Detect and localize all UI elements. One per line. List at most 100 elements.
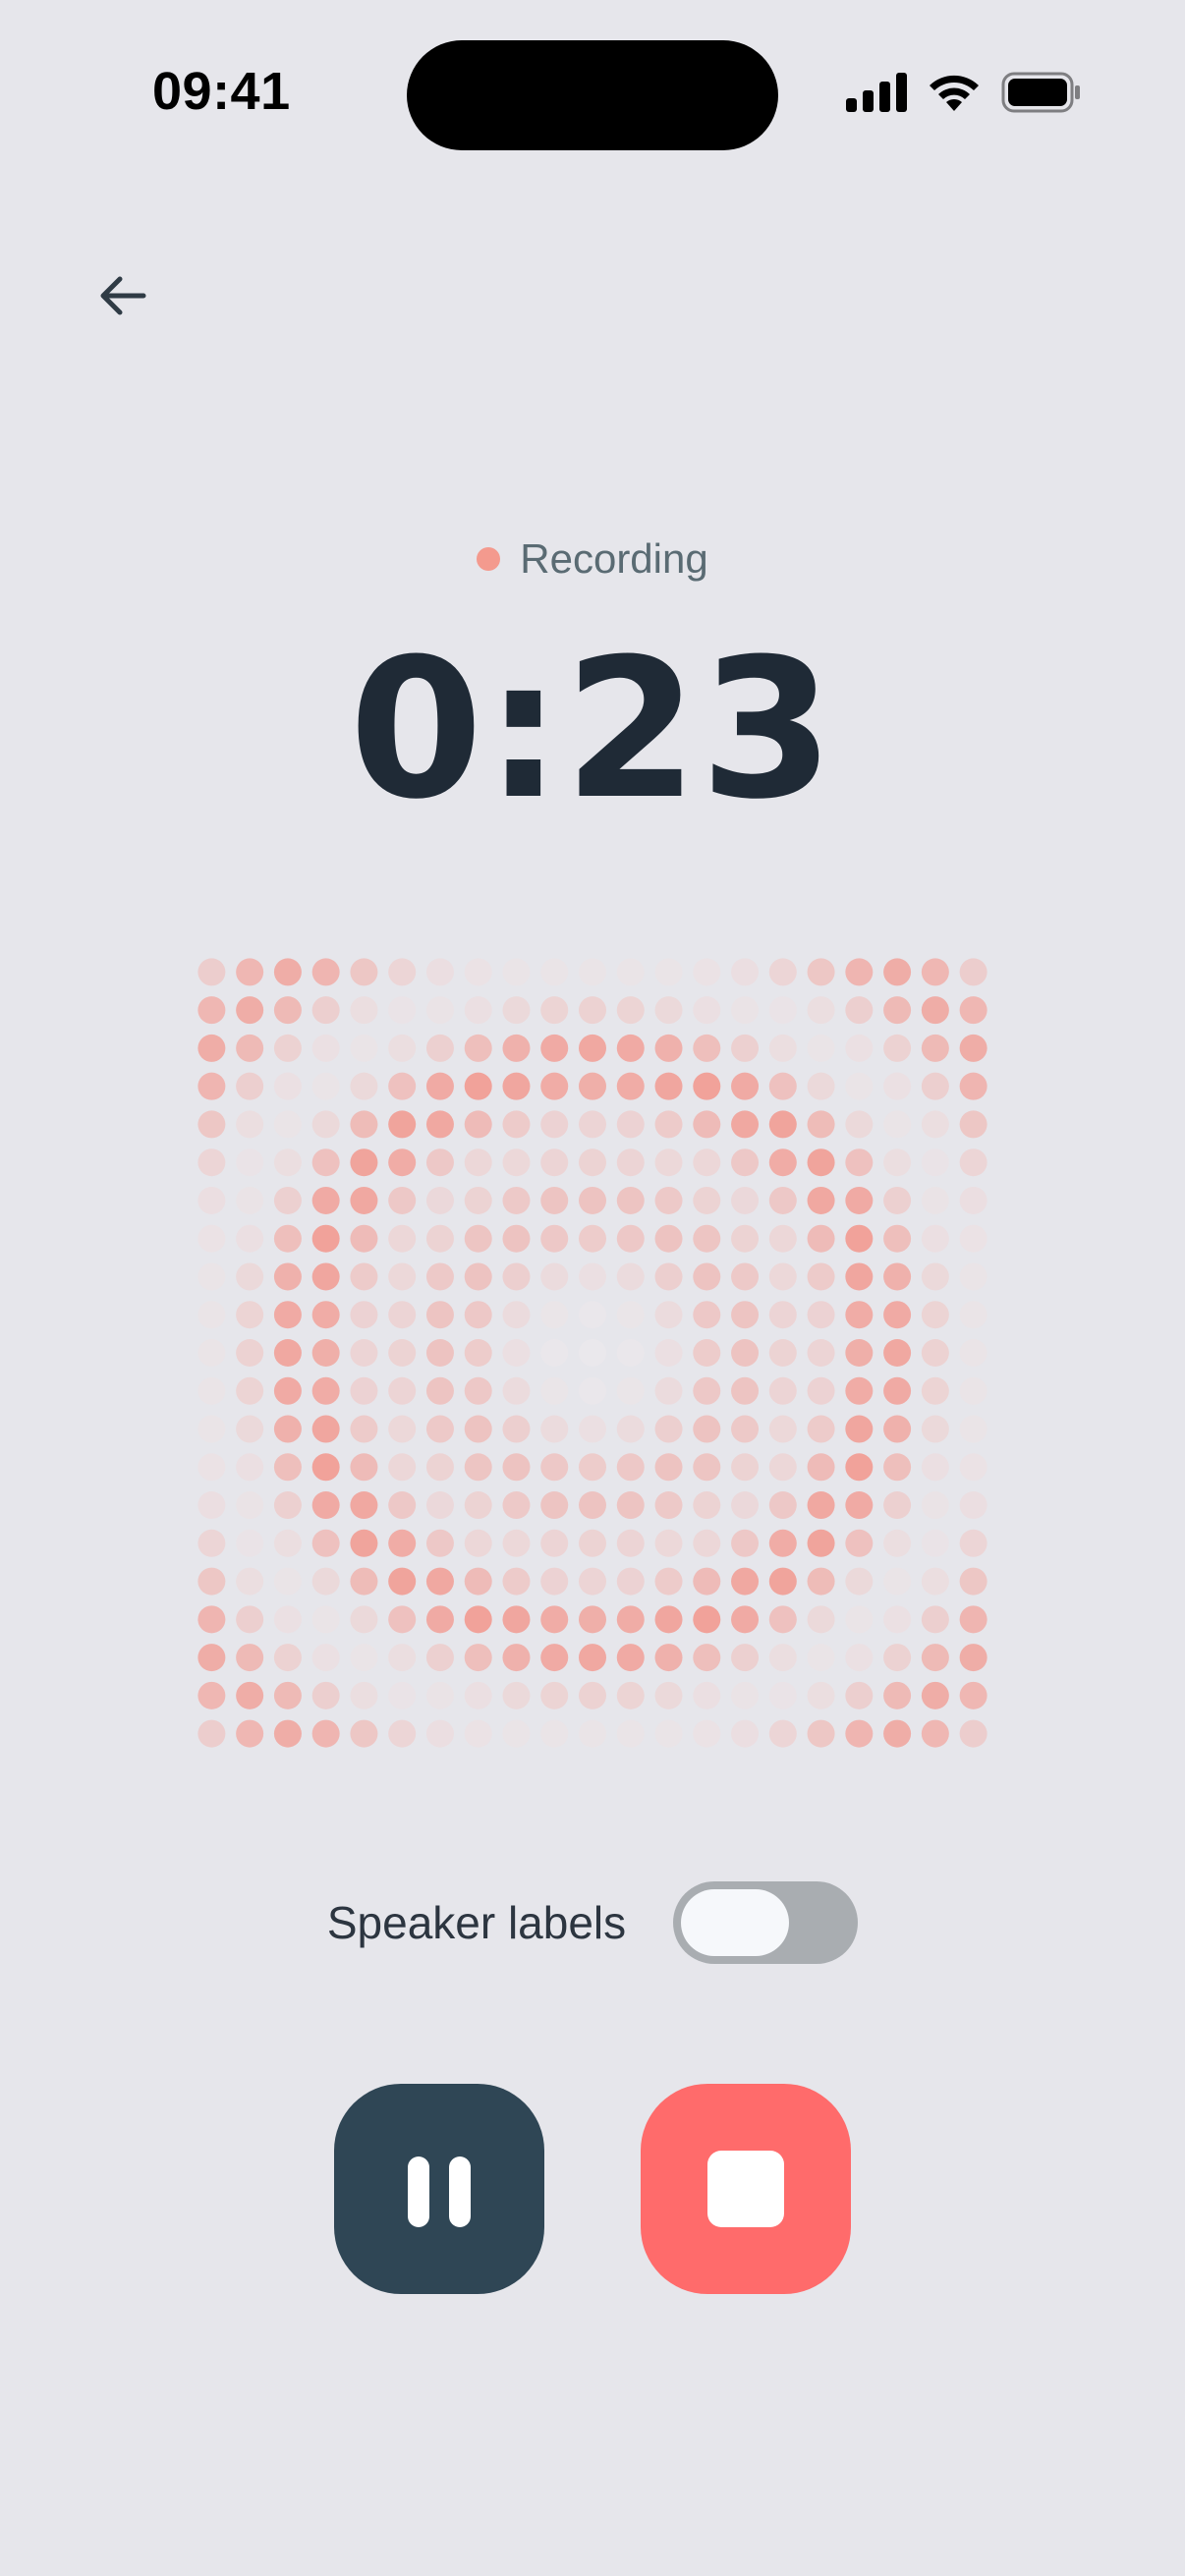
visualizer-dot [921,1681,949,1709]
visualizer-dot [768,1301,797,1329]
visualizer-dot [731,1224,760,1253]
speaker-labels-toggle[interactable] [673,1881,859,1964]
status-time: 09:41 [152,62,291,121]
visualizer-dot [198,1376,226,1405]
visualizer-dot [616,1681,645,1709]
visualizer-dot [731,1301,760,1329]
visualizer-dot [654,1681,683,1709]
visualizer-dot [388,958,417,986]
visualizer-dot [311,1681,340,1709]
visualizer-dot [693,1453,721,1482]
visualizer-dot [616,1034,645,1062]
visualizer-dot [502,1339,531,1367]
visualizer-dot [883,1110,912,1139]
visualizer-dot [768,1529,797,1557]
battery-icon [1001,72,1080,113]
visualizer-dot [959,1644,988,1672]
visualizer-dot [464,958,492,986]
visualizer-dot [388,1034,417,1062]
visualizer-dot [579,1186,606,1214]
visualizer-dot [921,1719,949,1748]
visualizer-dot [579,1148,606,1177]
visualizer-dot [654,1376,683,1405]
visualizer-dot [311,1148,340,1177]
visualizer-dot [921,1301,949,1329]
visualizer-dot [616,1453,645,1482]
visualizer-dot [921,1415,949,1443]
visualizer-dot [693,1110,721,1139]
visualizer-dot [464,996,492,1025]
visualizer-dot [236,958,264,986]
visualizer-dot [540,1148,569,1177]
visualizer-dot [236,1605,264,1634]
visualizer-dot [311,1719,340,1748]
visualizer-dot [273,1186,302,1214]
visualizer-dot [350,1224,378,1253]
visualizer-dot [616,996,645,1025]
visualizer-dot [425,1453,454,1482]
visualizer-dot [845,1491,874,1520]
back-button[interactable] [90,263,155,328]
visualizer-dot [959,1148,988,1177]
visualizer-dot [388,1072,417,1100]
pause-button[interactable] [334,2084,544,2294]
visualizer-dot [616,1301,645,1329]
visualizer-dot [464,1719,492,1748]
visualizer-dot [311,1072,340,1100]
visualizer-dot [579,1453,606,1482]
speaker-labels-row: Speaker labels [0,1881,1185,1964]
visualizer-dot [198,1339,226,1367]
visualizer-dot [807,1072,835,1100]
visualizer-dot [350,1644,378,1672]
visualizer-dot [921,1072,949,1100]
visualizer-dot [693,1719,721,1748]
visualizer-dot [768,1453,797,1482]
visualizer-dot [883,1301,912,1329]
visualizer-dot [883,1072,912,1100]
visualizer-dot [425,1605,454,1634]
visualizer-dot [198,1605,226,1634]
visualizer-dot [502,1719,531,1748]
visualizer-dot [388,1148,417,1177]
visualizer-dot [502,1262,531,1291]
visualizer-dot [807,1376,835,1405]
visualizer-dot [921,1186,949,1214]
stop-button[interactable] [641,2084,851,2294]
visualizer-dot [198,1567,226,1596]
visualizer-dot [540,1339,569,1367]
visualizer-dot [654,1567,683,1596]
visualizer-dot [768,1034,797,1062]
pause-bar-left [408,2156,429,2227]
visualizer-dot [807,1339,835,1367]
visualizer-dot [425,1224,454,1253]
visualizer-dot [693,1376,721,1405]
visualizer-dot [350,996,378,1025]
visualizer-dot [768,1186,797,1214]
visualizer-dot [654,1072,683,1100]
visualizer-dot [388,1415,417,1443]
visualizer-dot [921,996,949,1025]
pause-bar-right [449,2156,471,2227]
visualizer-dot [579,1644,606,1672]
visualizer-dot [654,996,683,1025]
visualizer-dot [464,1453,492,1482]
visualizer-dot [579,1529,606,1557]
visualizer-dot [883,1339,912,1367]
visualizer-dot [388,1605,417,1634]
visualizer-dot [579,996,606,1025]
visualizer-dot [807,1719,835,1748]
visualizer-dot [959,1339,988,1367]
visualizer-dot [236,996,264,1025]
visualizer-dot [540,1719,569,1748]
recording-timer: 0:23 [349,618,836,842]
visualizer-dot [731,1339,760,1367]
visualizer-dot [388,1186,417,1214]
visualizer-dot [425,1529,454,1557]
visualizer-dot [845,1148,874,1177]
visualizer-dot [693,1529,721,1557]
visualizer-dot [273,1605,302,1634]
visualizer-dot [425,1148,454,1177]
visualizer-dot [198,1453,226,1482]
visualizer-dot [350,1719,378,1748]
visualizer-dot [388,1491,417,1520]
